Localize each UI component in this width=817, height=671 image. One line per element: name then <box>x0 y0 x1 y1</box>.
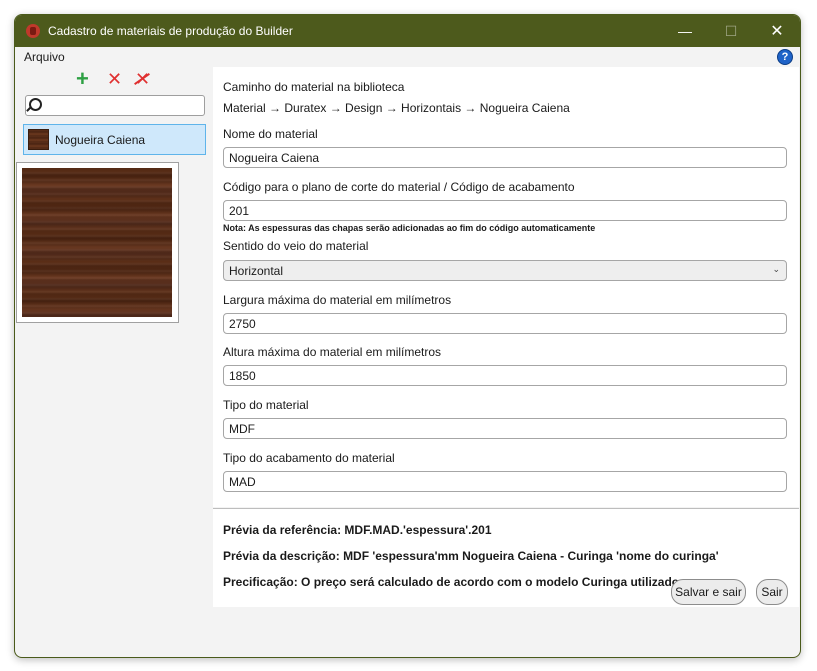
search-icon <box>29 98 42 111</box>
height-field[interactable]: 1850 <box>223 365 787 386</box>
title-bar[interactable]: Cadastro de materiais de produção do Bui… <box>15 15 800 47</box>
delete-icon[interactable]: ✕ <box>107 69 122 89</box>
code-field-value: 201 <box>229 204 250 218</box>
grain-label: Sentido do veio do material <box>223 239 369 253</box>
type-label: Tipo do material <box>223 398 309 412</box>
code-field[interactable]: 201 <box>223 200 787 221</box>
builder-app-icon <box>26 24 40 38</box>
width-field-value: 2750 <box>229 317 256 331</box>
finish-field-value: MAD <box>229 475 256 489</box>
type-field-value: MDF <box>229 422 255 436</box>
pricing-text: Precificação: O preço será calculado de … <box>223 575 680 589</box>
height-field-value: 1850 <box>229 369 256 383</box>
save-exit-button[interactable]: Salvar e sair <box>671 579 746 605</box>
menu-bar: Arquivo ? <box>15 47 800 67</box>
description-preview: Prévia da descrição: MDF 'espessura'mm N… <box>223 549 719 563</box>
finish-label: Tipo do acabamento do material <box>223 451 395 465</box>
maximize-button[interactable]: ☐ <box>708 15 754 47</box>
name-field-value: Nogueira Caiena <box>229 151 320 165</box>
material-form-panel: Caminho do material na biblioteca Materi… <box>213 67 799 657</box>
form-area: Caminho do material na biblioteca Materi… <box>213 67 799 507</box>
minimize-button[interactable]: — <box>662 15 708 47</box>
width-field[interactable]: 2750 <box>223 313 787 334</box>
code-label: Código para o plano de corte do material… <box>223 180 575 194</box>
list-item-label: Nogueira Caiena <box>55 132 146 147</box>
width-label: Largura máxima do material em milímetros <box>223 293 452 307</box>
sidebar-toolbar: + ✕ ✕ <box>15 67 213 93</box>
name-field[interactable]: Nogueira Caiena <box>223 147 787 168</box>
grain-select-value: Horizontal <box>229 264 284 278</box>
help-icon[interactable]: ? <box>777 49 793 65</box>
reference-preview: Prévia da referência: MDF.MAD.'espessura… <box>223 523 492 537</box>
type-field[interactable]: MDF <box>223 418 787 439</box>
grain-select[interactable]: Horizontal ⌄ <box>223 260 787 281</box>
main-window: Cadastro de materiais de produção do Bui… <box>14 14 801 658</box>
path-label: Caminho do material na biblioteca <box>223 80 405 94</box>
path-value: Material → Duratex → Design → Horizontai… <box>223 101 570 115</box>
materials-sidebar: + ✕ ✕ Nogueira Caiena <box>15 67 213 657</box>
close-button[interactable]: ✕ <box>754 15 800 47</box>
code-note: Nota: As espessuras das chapas serão adi… <box>223 223 596 233</box>
chevron-down-icon: ⌄ <box>772 264 780 274</box>
menu-arquivo[interactable]: Arquivo <box>24 50 65 64</box>
height-label: Altura máxima do material em milímetros <box>223 345 442 359</box>
exit-button[interactable]: Sair <box>756 579 788 605</box>
material-texture-image <box>22 168 172 317</box>
finish-field[interactable]: MAD <box>223 471 787 492</box>
list-item[interactable]: Nogueira Caiena <box>23 124 206 155</box>
add-icon[interactable]: + <box>76 68 89 90</box>
material-preview-frame <box>16 162 179 323</box>
name-label: Nome do material <box>223 127 318 141</box>
window-title: Cadastro de materiais de produção do Bui… <box>48 24 293 38</box>
search-input[interactable] <box>25 95 205 116</box>
material-thumbnail <box>28 129 49 150</box>
delete-all-icon[interactable]: ✕ <box>135 69 150 89</box>
